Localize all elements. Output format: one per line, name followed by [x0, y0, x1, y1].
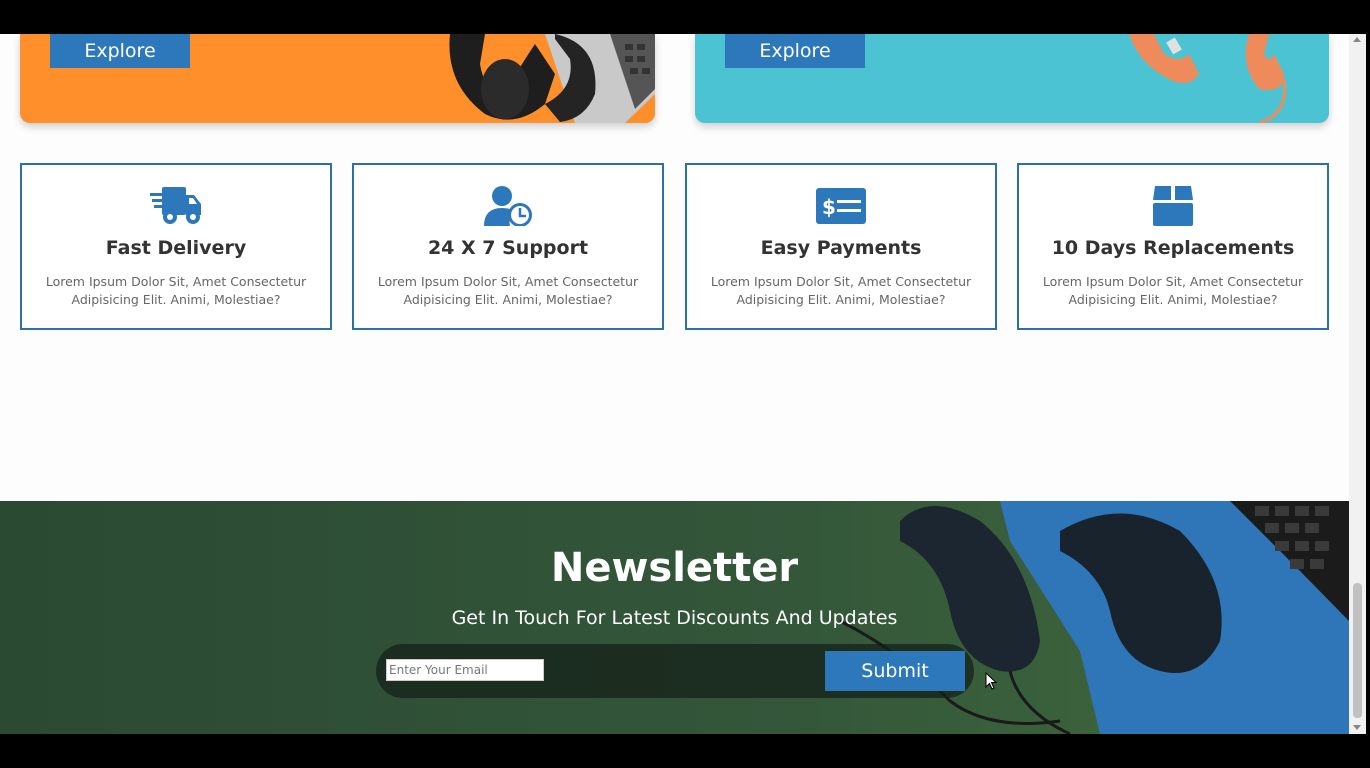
- newsletter-title: Newsletter: [550, 545, 799, 591]
- feature-title: Fast Delivery: [105, 237, 247, 259]
- feature-description: Lorem Ipsum Dolor Sit, Amet Consectetur …: [710, 274, 972, 307]
- newsletter-section: Newsletter Get In Touch For Latest Disco…: [0, 501, 1349, 734]
- feature-card-payments: $ Easy Payments Lorem Ipsum Dolor Sit, A…: [685, 163, 997, 330]
- feature-title: Easy Payments: [760, 237, 922, 259]
- submit-button[interactable]: Submit: [825, 651, 965, 691]
- headphones-laptop-image: [449, 34, 655, 123]
- feature-card-support: 24 X 7 Support Lorem Ipsum Dolor Sit, Am…: [352, 163, 664, 330]
- scroll-down-arrow-icon[interactable]: [1353, 725, 1361, 730]
- feature-description: Lorem Ipsum Dolor Sit, Amet Consectetur …: [377, 274, 639, 307]
- money-check-icon: $: [814, 185, 868, 227]
- feature-description: Lorem Ipsum Dolor Sit, Amet Consectetur …: [45, 274, 307, 307]
- svg-text:$: $: [822, 195, 836, 219]
- explore-button[interactable]: Explore: [725, 34, 865, 68]
- scroll-thumb[interactable]: [1353, 583, 1362, 718]
- scroll-up-arrow-icon[interactable]: [1353, 37, 1361, 42]
- feature-description: Lorem Ipsum Dolor Sit, Amet Consectetur …: [1042, 274, 1304, 307]
- orange-headphones-image: [1129, 34, 1287, 123]
- explore-button[interactable]: Explore: [50, 34, 190, 68]
- newsletter-subtitle: Get In Touch For Latest Discounts And Up…: [451, 607, 898, 629]
- feature-card-fast-delivery: Fast Delivery Lorem Ipsum Dolor Sit, Ame…: [20, 163, 332, 330]
- delivery-truck-icon: [149, 185, 203, 227]
- page-viewport: Explore Explore Fast Delivery Lorem Ipsu…: [0, 34, 1366, 734]
- page-scrollbar[interactable]: [1349, 34, 1366, 734]
- feature-card-replacements: 10 Days Replacements Lorem Ipsum Dolor S…: [1017, 163, 1329, 330]
- user-clock-icon: [481, 185, 535, 227]
- mouse-cursor-icon: [985, 672, 997, 690]
- feature-title: 10 Days Replacements: [1051, 237, 1295, 259]
- email-input[interactable]: [386, 659, 544, 681]
- newsletter-form: Submit: [376, 644, 974, 698]
- feature-title: 24 X 7 Support: [427, 237, 589, 259]
- promo-banner-headphones-orange: Explore: [695, 34, 1329, 123]
- promo-banner-headphones-laptop: Explore: [20, 34, 655, 123]
- box-icon: [1146, 185, 1200, 227]
